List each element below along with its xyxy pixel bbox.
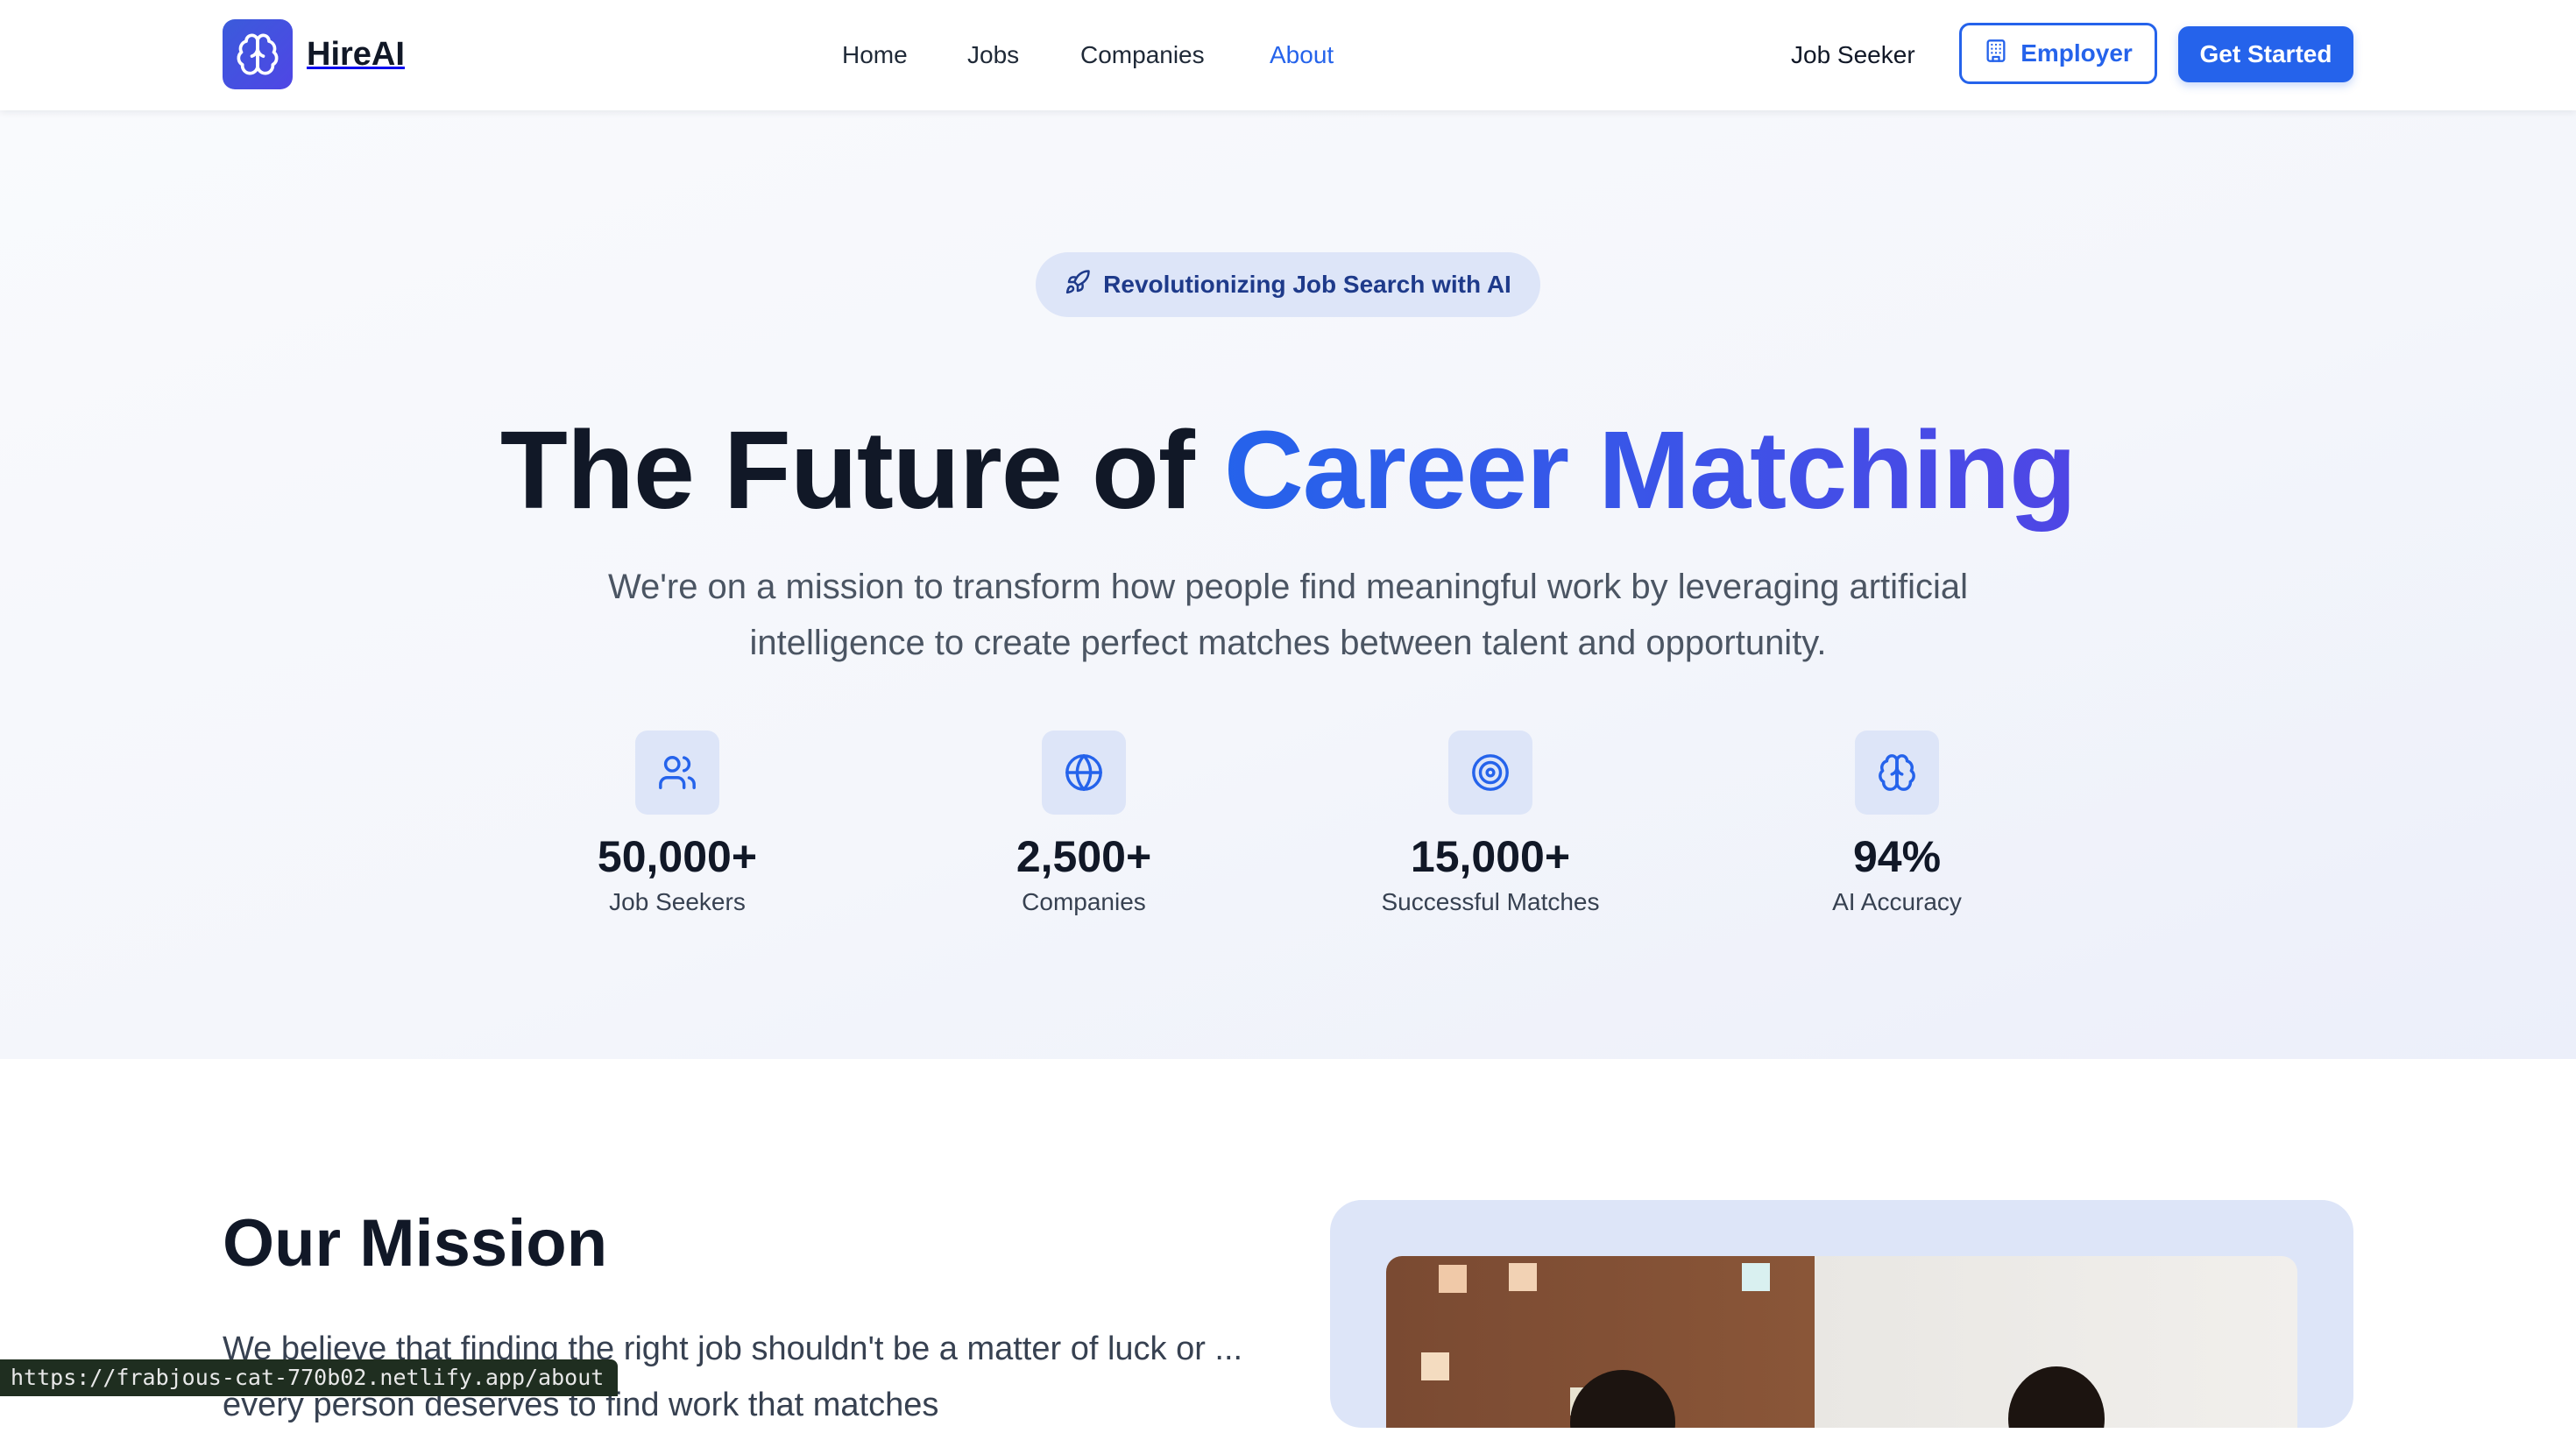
nav-home[interactable]: Home [842,35,908,75]
nav-companies[interactable]: Companies [1080,35,1205,75]
hero-badge-label: Revolutionizing Job Search with AI [1103,271,1511,298]
users-icon [635,731,719,815]
mission-image-card [1330,1200,2353,1428]
stat-label: AI Accuracy [1832,888,1962,915]
building-icon [1984,39,2008,69]
link-preview-url: https://frabjous-cat-770b02.netlify.app/… [0,1359,619,1396]
globe-icon [1042,731,1126,815]
brain-icon [1855,731,1939,815]
stat-label: Companies [1022,888,1146,915]
hero-title-highlight: Career Matching [1223,408,2077,532]
stat-value: 50,000+ [597,832,758,881]
hero-section: Revolutionizing Job Search with AI The F… [0,110,2576,1059]
get-started-button[interactable]: Get Started [2178,26,2353,82]
hero-title-plain: The Future of [499,408,1224,532]
site-header: HireAI Home Jobs Companies About Job See… [0,0,2576,110]
target-icon [1448,731,1532,815]
person-head [1570,1370,1675,1428]
stat-job-seekers: 50,000+ Job Seekers [485,731,870,918]
hero-subtitle: We're on a mission to transform how peop… [607,568,1969,662]
nav-about[interactable]: About [1270,35,1334,75]
sticky-note [1421,1352,1449,1380]
hero-title: The Future of Career Matching [0,405,2576,536]
stat-label: Successful Matches [1381,888,1600,915]
stat-successful-matches: 15,000+ Successful Matches [1298,731,1683,918]
stat-value: 15,000+ [1410,832,1571,881]
sticky-note [1439,1265,1467,1293]
mission-title: Our Mission [223,1206,608,1281]
employer-button[interactable]: Employer [1959,23,2157,84]
employer-button-label: Employer [2020,39,2133,67]
nav-jobs[interactable]: Jobs [967,35,1019,75]
hero-badge: Revolutionizing Job Search with AI [1036,252,1540,317]
stat-ai-accuracy: 94% AI Accuracy [1704,731,2090,918]
stat-label: Job Seekers [609,888,746,915]
sticky-note [1509,1263,1537,1291]
person-head [2008,1366,2105,1428]
rocket-icon [1065,269,1091,301]
stats-row: 50,000+ Job Seekers 2,500+ Companies 15,… [0,731,2576,1037]
team-photo [1386,1256,2297,1428]
stat-value: 2,500+ [1016,832,1152,881]
job-seeker-link[interactable]: Job Seeker [1791,35,1915,75]
stat-value: 94% [1852,832,1942,881]
sticky-note [1742,1263,1770,1291]
stat-companies: 2,500+ Companies [891,731,1277,918]
